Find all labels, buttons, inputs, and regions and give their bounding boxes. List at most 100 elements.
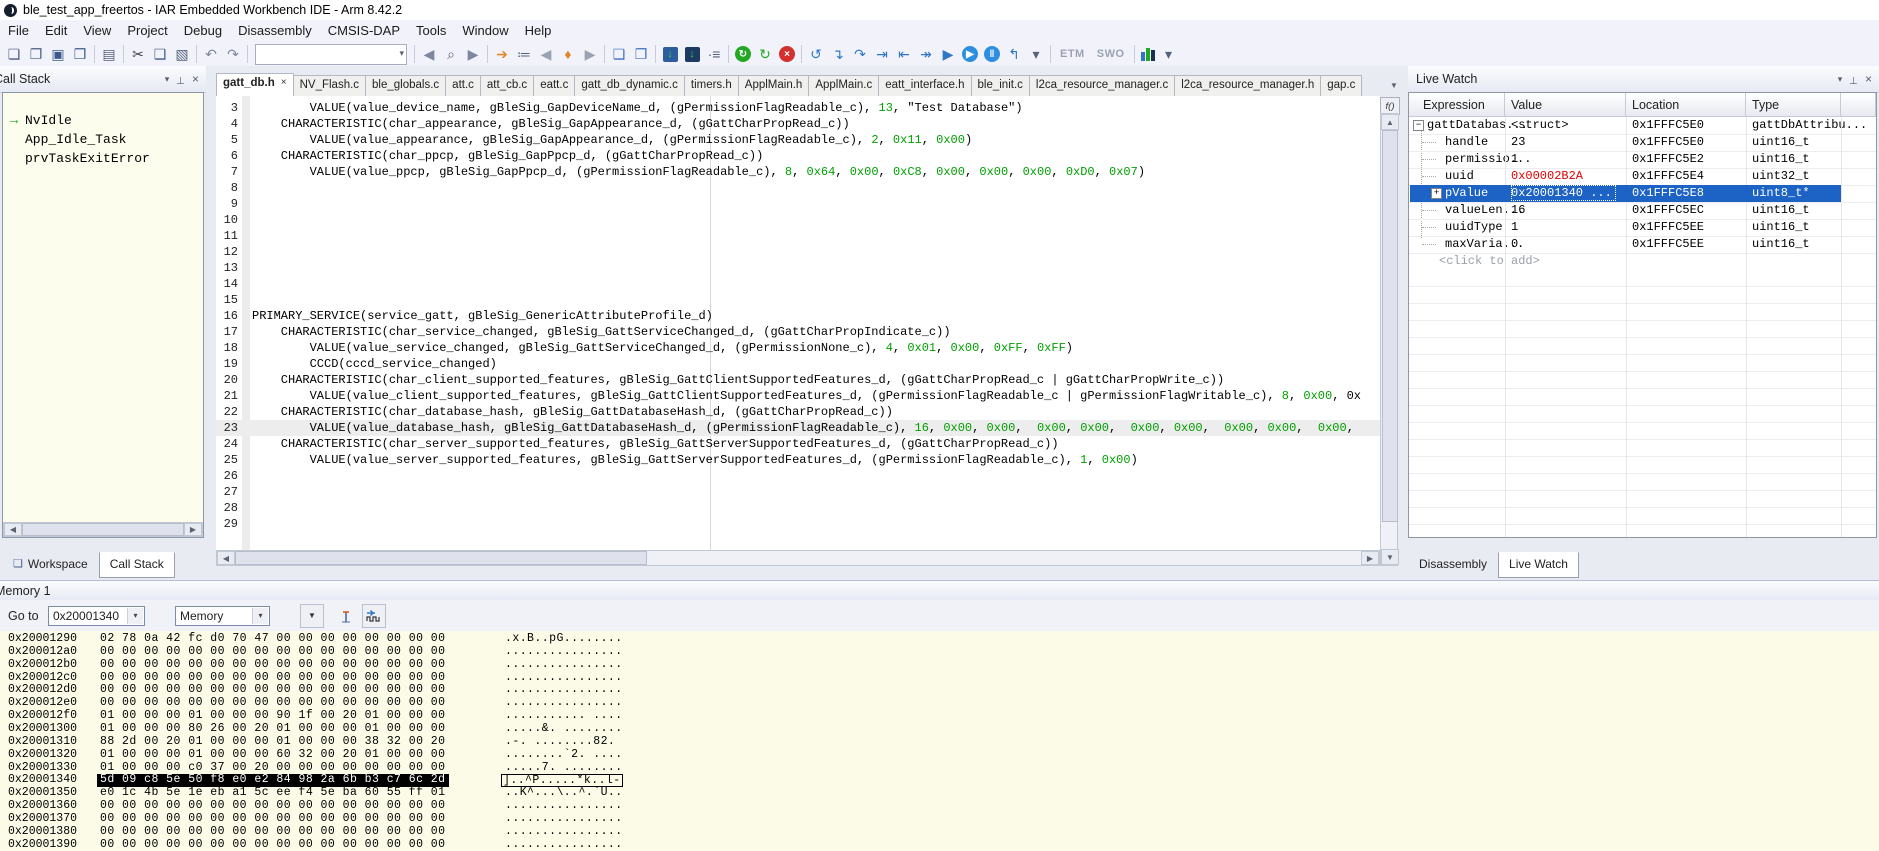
next-bookmark-icon[interactable]: ▶ <box>579 43 601 65</box>
reset-debug-icon[interactable]: ↺ <box>805 43 827 65</box>
save-all-icon[interactable]: ❒ <box>69 43 91 65</box>
open-file-icon[interactable]: ❐ <box>25 43 47 65</box>
code-line[interactable]: 16PRIMARY_SERVICE(service_gatt, gBleSig_… <box>216 308 1380 324</box>
code-line[interactable]: 19 CCCD(cccd_service_changed) <box>216 356 1380 372</box>
code-line[interactable]: 12 <box>216 244 1380 260</box>
line-number[interactable]: 9 <box>216 196 238 212</box>
tab-l2ca-resource-manager-h[interactable]: l2ca_resource_manager.h <box>1174 75 1321 96</box>
make-restart-debugger-icon[interactable]: ↻ <box>732 43 754 65</box>
stop-debug-session-icon[interactable]: ↰ <box>1003 43 1025 65</box>
menu-item-tools[interactable]: Tools <box>408 21 454 40</box>
memory-row[interactable]: 0x200012a000 00 00 00 00 00 00 00 00 00 … <box>0 646 1879 659</box>
stack-frame[interactable]: App_Idle_Task <box>3 130 203 149</box>
undo-icon[interactable]: ↶ <box>200 43 222 65</box>
run-to-cursor-icon[interactable]: ▶ <box>937 43 959 65</box>
code-editor[interactable]: 3 VALUE(value_device_name, gBleSig_GapDe… <box>216 96 1380 550</box>
memory-row[interactable]: 0x2000131088 2d 00 20 01 00 00 00 01 00 … <box>0 736 1879 749</box>
memory-update-button[interactable] <box>334 604 358 628</box>
tab-ApplMain-c[interactable]: ApplMain.c <box>808 75 879 96</box>
redo-icon[interactable]: ↷ <box>222 43 244 65</box>
scroll-up-icon[interactable]: ▲ <box>1381 114 1399 130</box>
dock-tab-live-watch[interactable]: Live Watch <box>1498 552 1579 578</box>
memory-row[interactable]: 0x2000132001 00 00 00 01 00 00 00 60 32 … <box>0 749 1879 762</box>
watch-value[interactable]: 23 <box>1511 134 1525 150</box>
find-previous-icon[interactable]: ◀ <box>418 43 440 65</box>
debug-log-icon[interactable]: ·≡ <box>703 43 725 65</box>
memory-bytes[interactable]: 00 00 00 00 00 00 00 00 00 00 00 00 00 0… <box>100 813 446 826</box>
open-header-icon[interactable]: ❏ <box>608 43 630 65</box>
memory-bytes[interactable]: 00 00 00 00 00 00 00 00 00 00 00 00 00 0… <box>100 839 446 851</box>
memory-live-update-button[interactable] <box>362 604 386 628</box>
stack-frame[interactable]: →NvIdle <box>3 111 203 130</box>
code-line[interactable]: 20 CHARACTERISTIC(char_client_supported_… <box>216 372 1380 388</box>
watch-row[interactable]: valueLen...160x1FFFC5ECuint16_t <box>1409 202 1876 220</box>
download-and-debug-icon[interactable]: ↓ <box>681 43 703 65</box>
line-number[interactable]: 20 <box>216 372 238 388</box>
tab-list-dropdown-icon[interactable]: ▼ <box>1388 76 1400 94</box>
go-icon[interactable]: ▶ <box>959 43 981 65</box>
memory-row[interactable]: 0x2000138000 00 00 00 00 00 00 00 00 00 … <box>0 826 1879 839</box>
logic-analyzer-icon[interactable] <box>1141 47 1155 61</box>
step-over-icon[interactable]: ↷ <box>849 43 871 65</box>
dock-tab-disassembly[interactable]: Disassembly <box>1408 552 1498 578</box>
splitter[interactable] <box>1398 66 1408 578</box>
save-icon[interactable]: ▣ <box>47 43 69 65</box>
tab-eatt-c[interactable]: eatt.c <box>533 75 575 96</box>
close-icon[interactable]: × <box>1865 75 1872 84</box>
menu-item-disassembly[interactable]: Disassembly <box>230 21 320 40</box>
code-line[interactable]: 3 VALUE(value_device_name, gBleSig_GapDe… <box>216 100 1380 116</box>
code-line[interactable]: 26 <box>216 468 1380 484</box>
scroll-right-icon[interactable]: ▶ <box>1361 551 1379 565</box>
line-number[interactable]: 21 <box>216 388 238 404</box>
code-line[interactable]: 21 VALUE(value_client_supported_features… <box>216 388 1380 404</box>
tab-timers-h[interactable]: timers.h <box>684 75 739 96</box>
line-number[interactable]: 25 <box>216 452 238 468</box>
memory-bytes[interactable]: 00 00 00 00 00 00 00 00 00 00 00 00 00 0… <box>100 659 446 672</box>
code-line[interactable]: 15 <box>216 292 1380 308</box>
scroll-right-icon[interactable]: ▶ <box>184 523 202 536</box>
tab-ble-init-c[interactable]: ble_init.c <box>971 75 1030 96</box>
watch-row[interactable]: +pValue0x20001340 ...0x1FFFC5E8uint8_t* <box>1409 185 1876 203</box>
memory-bytes[interactable]: 01 00 00 00 80 26 00 20 01 00 00 00 01 0… <box>100 723 446 736</box>
print-icon[interactable]: ▤ <box>98 43 120 65</box>
memory-view-combobox[interactable]: Memory ▾ <box>175 606 270 626</box>
debug-dropdown-icon[interactable]: ▾ <box>1025 43 1047 65</box>
close-icon[interactable]: × <box>192 75 199 84</box>
code-line[interactable]: 13 <box>216 260 1380 276</box>
watch-row[interactable]: −gattDatabas...<struct>0x1FFFC5E0gattDbA… <box>1409 117 1876 135</box>
editor-hscrollbar[interactable]: ◀ ▶ <box>216 550 1380 566</box>
previous-bookmark-icon[interactable]: ◀ <box>535 43 557 65</box>
find-next-icon[interactable]: ▶ <box>462 43 484 65</box>
dock-tab-call-stack[interactable]: Call Stack <box>99 552 175 578</box>
close-tab-icon[interactable]: × <box>281 77 287 96</box>
watch-value[interactable]: 16 <box>1511 202 1525 218</box>
code-line[interactable]: 24 CHARACTERISTIC(char_server_supported_… <box>216 436 1380 452</box>
tab-l2ca-resource-manager-c[interactable]: l2ca_resource_manager.c <box>1029 75 1175 96</box>
tab-att-cb-c[interactable]: att_cb.c <box>480 75 534 96</box>
line-number[interactable]: 3 <box>216 100 238 116</box>
combo-dropdown-icon[interactable]: ▾ <box>127 608 143 624</box>
scroll-left-icon[interactable]: ◀ <box>4 523 22 536</box>
menu-item-cmsis-dap[interactable]: CMSIS-DAP <box>320 21 408 40</box>
memory-bytes[interactable]: 00 00 00 00 00 00 00 00 00 00 00 00 00 0… <box>100 826 446 839</box>
match-brackets-icon[interactable]: ≔ <box>513 43 535 65</box>
watch-value[interactable]: 1 <box>1511 151 1518 167</box>
memory-row[interactable]: 0x2000137000 00 00 00 00 00 00 00 00 00 … <box>0 813 1879 826</box>
download-icon[interactable]: ↓ <box>659 43 681 65</box>
code-line[interactable]: 23 VALUE(value_database_hash, gBleSig_Ga… <box>216 420 1380 436</box>
line-number[interactable]: 15 <box>216 292 238 308</box>
new-document-icon[interactable]: ❏ <box>3 43 25 65</box>
etm-button[interactable]: ETM <box>1054 48 1091 60</box>
line-number[interactable]: 19 <box>216 356 238 372</box>
line-number[interactable]: 24 <box>216 436 238 452</box>
menu-item-edit[interactable]: Edit <box>37 21 75 40</box>
code-line[interactable]: 4 CHARACTERISTIC(char_appearance, gBleSi… <box>216 116 1380 132</box>
watch-row[interactable]: handle230x1FFFC5E0uint16_t <box>1409 134 1876 152</box>
code-line[interactable]: 17 CHARACTERISTIC(char_service_changed, … <box>216 324 1380 340</box>
column-header-expression[interactable]: Expression <box>1409 93 1505 117</box>
next-statement-icon[interactable]: ↠ <box>915 43 937 65</box>
menu-item-help[interactable]: Help <box>517 21 560 40</box>
code-line[interactable]: 10 <box>216 212 1380 228</box>
watch-value[interactable]: 0 <box>1511 236 1518 252</box>
editor-vscrollbar[interactable]: ▲ ▼ <box>1380 113 1398 566</box>
